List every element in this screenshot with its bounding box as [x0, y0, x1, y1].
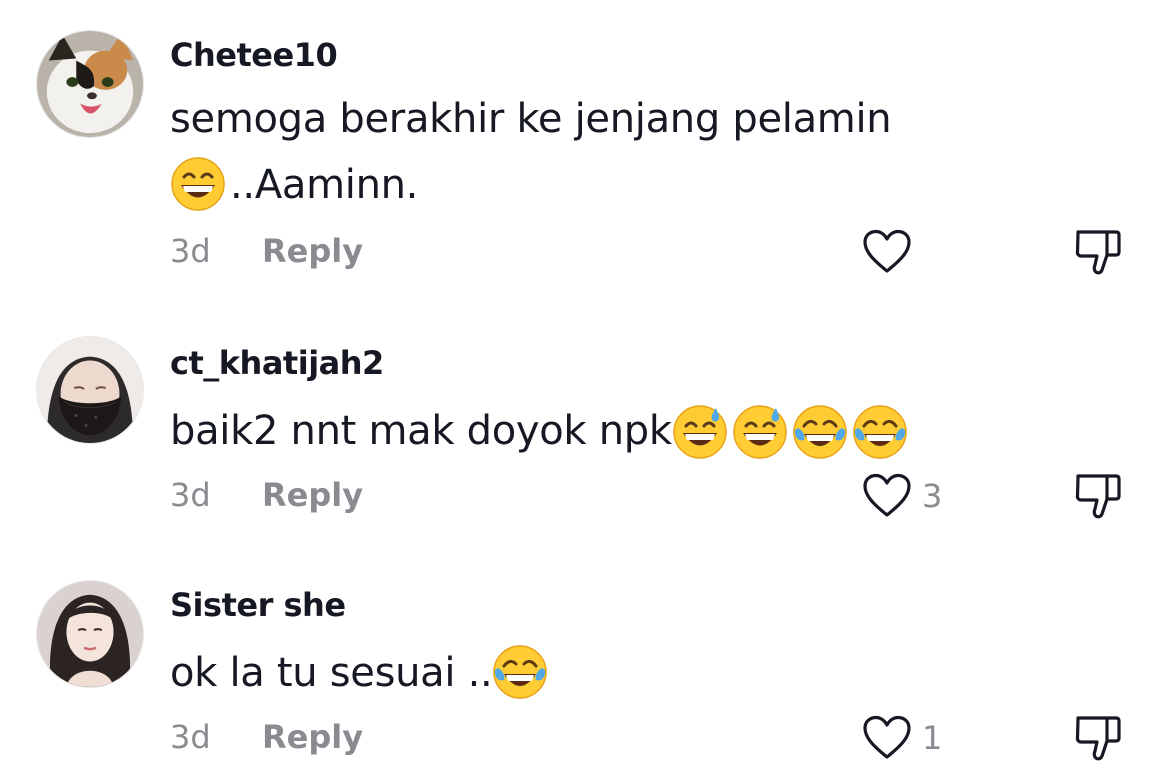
comment-text-content: ok la tu sesuai ..: [170, 650, 493, 696]
dislike-button[interactable]: [1072, 226, 1124, 278]
comment-username[interactable]: Chetee10: [170, 36, 338, 74]
comment-text-suffix: ..Aaminn.: [230, 162, 419, 208]
like-count: 1: [922, 719, 943, 757]
reply-button[interactable]: Reply: [262, 718, 363, 756]
dislike-button[interactable]: [1072, 470, 1124, 522]
cat-avatar-image: [37, 31, 143, 137]
comment-meta: 3d Reply: [170, 232, 363, 270]
reply-button[interactable]: Reply: [262, 232, 363, 270]
comment-text: semoga berakhir ke jenjang pelamin ..Aam…: [170, 86, 990, 218]
comment-text: ok la tu sesuai ..: [170, 640, 990, 706]
comment-item: Sister she ok la tu sesuai .. 3d Reply 1: [0, 540, 1170, 770]
comment-time: 3d: [170, 232, 211, 270]
comment-text-content: baik2 nnt mak doyok npk: [170, 408, 672, 454]
face-with-tears-of-joy-emoji: [792, 404, 848, 460]
thumbs-down-outline-icon: [1075, 230, 1121, 275]
like-button[interactable]: [862, 228, 912, 276]
comment-time: 3d: [170, 476, 211, 514]
person-with-mask-avatar-image: [37, 337, 143, 443]
grinning-face-with-smiling-eyes-emoji: [170, 156, 226, 212]
thumbs-down-outline-icon: [1075, 474, 1121, 519]
avatar[interactable]: [36, 336, 144, 444]
face-with-tears-of-joy-emoji: [852, 404, 908, 460]
emoji-group: [672, 400, 912, 466]
comment-username[interactable]: Sister she: [170, 586, 346, 624]
comment-item: ct_khatijah2 baik2 nnt mak doyok npk 3d …: [0, 300, 1170, 540]
heart-outline-icon: [863, 715, 911, 759]
grinning-face-with-sweat-emoji: [672, 404, 728, 460]
avatar[interactable]: [36, 580, 144, 688]
comment-item: Chetee10 semoga berakhir ke jenjang pela…: [0, 0, 1170, 300]
like-button[interactable]: 1: [862, 714, 942, 762]
comment-time: 3d: [170, 718, 211, 756]
like-count: 3: [922, 477, 943, 515]
grinning-face-with-sweat-emoji: [732, 404, 788, 460]
heart-outline-icon: [863, 229, 911, 273]
like-button[interactable]: 3: [862, 472, 942, 520]
comment-meta: 3d Reply: [170, 476, 363, 514]
comment-username[interactable]: ct_khatijah2: [170, 344, 384, 382]
comment-text-line: ..Aaminn.: [170, 152, 990, 218]
heart-outline-icon: [863, 473, 911, 517]
dislike-button[interactable]: [1072, 712, 1124, 764]
comment-text: baik2 nnt mak doyok npk: [170, 398, 990, 466]
reply-button[interactable]: Reply: [262, 476, 363, 514]
avatar[interactable]: [36, 30, 144, 138]
face-with-tears-of-joy-emoji: [492, 644, 548, 700]
comment-meta: 3d Reply: [170, 718, 363, 756]
woman-avatar-image: [37, 581, 143, 687]
comment-text-line: semoga berakhir ke jenjang pelamin: [170, 96, 892, 142]
thumbs-down-outline-icon: [1075, 716, 1121, 761]
